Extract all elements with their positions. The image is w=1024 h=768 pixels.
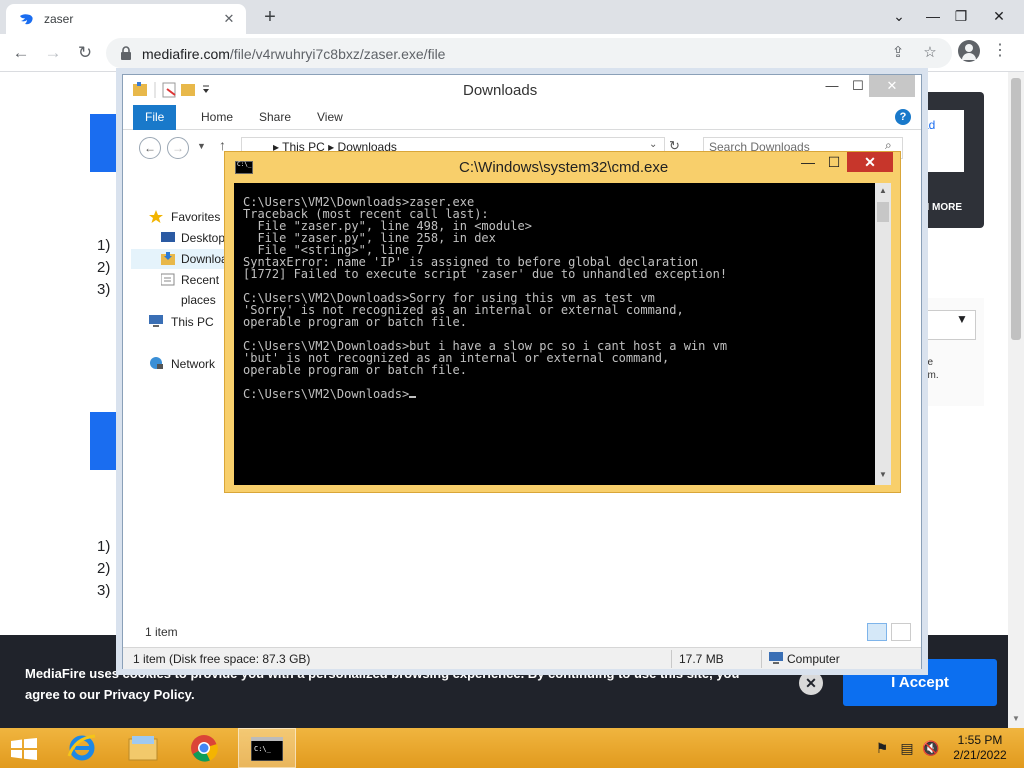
file-explorer-icon	[128, 736, 158, 761]
large-icons-view-icon[interactable]	[891, 623, 911, 641]
svg-text:C:\_: C:\_	[254, 745, 272, 753]
tab-strip: zaser ✕ + ⌄ — ❐ ✕	[0, 0, 1024, 34]
taskbar-clock[interactable]: 1:55 PM 2/21/2022	[950, 733, 1010, 763]
internet-explorer-icon	[67, 734, 96, 761]
recent-places-icon	[161, 273, 175, 286]
windows-start-icon[interactable]	[10, 738, 38, 760]
forward-arrow-icon[interactable]: →	[40, 40, 66, 66]
screen: zaser ✕ + ⌄ — ❐ ✕ ← → ↻ mediafire.com/fi…	[0, 0, 1024, 768]
page-scrollbar-thumb[interactable]	[1011, 78, 1021, 340]
new-tab-button[interactable]: +	[258, 5, 282, 29]
status-disk-space: 1 item (Disk free space: 87.3 GB)	[133, 652, 311, 666]
mediafire-favicon-icon	[20, 14, 33, 25]
cmd-icon	[235, 161, 253, 174]
cmd-output: C:\Users\VM2\Downloads>zaser.exe Traceba…	[243, 195, 728, 401]
step-3b: 3)	[97, 582, 111, 599]
address-bar[interactable]: mediafire.com/file/v4rwuhryi7c8bxz/zaser…	[106, 38, 952, 68]
step-1b: 1)	[97, 538, 111, 555]
cookie-close-icon[interactable]: ✕	[799, 671, 823, 695]
desktop-icon	[161, 232, 175, 242]
star-icon	[149, 210, 163, 223]
step-1: 1)	[97, 237, 111, 254]
promo-link[interactable]: ad	[922, 118, 935, 132]
cmd-minimize-button[interactable]: —	[795, 152, 821, 172]
taskbar: C:\_ ⚑ ▤ 🔇 1:55 PM 2/21/2022	[0, 728, 1024, 768]
taskbar-internet-explorer[interactable]	[54, 728, 112, 768]
tab-file[interactable]: File	[133, 105, 177, 130]
tab-home[interactable]: Home	[189, 105, 245, 130]
window-restore-button[interactable]: ❐	[944, 0, 978, 32]
scroll-down-arrow-icon[interactable]: ▼	[1010, 714, 1022, 723]
cmd-scrollbar-thumb[interactable]	[877, 202, 889, 222]
taskbar-chrome[interactable]	[176, 728, 234, 768]
cmd-title: C:\Windows\system32\cmd.exe	[459, 159, 669, 176]
tab-title: zaser	[44, 12, 74, 26]
lock-icon	[121, 46, 131, 60]
cmd-titlebar[interactable]: C:\Windows\system32\cmd.exe — ☐ ✕	[225, 152, 900, 182]
explorer-titlebar[interactable]: Downloads — ☐ ✕	[123, 75, 921, 103]
taskbar-cmd[interactable]: C:\_	[238, 728, 296, 768]
profile-avatar-icon[interactable]	[958, 40, 980, 62]
downloads-folder-icon	[161, 252, 175, 265]
learn-more-button[interactable]: N MORE	[922, 202, 962, 213]
chrome-icon	[191, 735, 218, 762]
menu-kebab-icon[interactable]: ⋮	[990, 40, 1010, 62]
cmd-icon: C:\_	[251, 737, 283, 761]
details-view-icon[interactable]	[867, 623, 887, 641]
step-2b: 2)	[97, 560, 111, 577]
cmd-scroll-down-icon[interactable]: ▼	[877, 470, 889, 479]
window-close-button[interactable]: ✕	[982, 0, 1016, 32]
cmd-maximize-button[interactable]: ☐	[821, 152, 847, 172]
side-text: he em.	[922, 357, 939, 381]
volume-muted-icon[interactable]: 🔇	[922, 740, 940, 756]
recent-locations-icon[interactable]: ▼	[197, 141, 206, 151]
quick-access-toolbar-icon[interactable]	[131, 81, 221, 99]
cmd-scrollbar[interactable]	[875, 183, 891, 485]
tab-share[interactable]: Share	[247, 105, 303, 130]
network-status-icon[interactable]: ▤	[898, 740, 916, 756]
cmd-scroll-up-icon[interactable]: ▲	[877, 186, 889, 195]
tab-search-icon[interactable]: ⌄	[882, 0, 916, 32]
step-2: 2)	[97, 259, 111, 276]
clock-time: 1:55 PM	[957, 733, 1003, 747]
status-size: 17.7 MB	[679, 652, 724, 666]
bookmark-star-icon[interactable]: ☆	[920, 43, 940, 63]
clock-date: 2/21/2022	[953, 748, 1007, 762]
action-center-icon[interactable]: ⚑	[873, 740, 891, 756]
address-dropdown-icon[interactable]: ⌄	[649, 139, 657, 150]
computer-icon	[769, 652, 783, 664]
computer-icon	[149, 315, 163, 327]
explorer-title: Downloads	[463, 82, 538, 99]
step-3: 3)	[97, 281, 111, 298]
cmd-close-button[interactable]: ✕	[847, 152, 893, 172]
status-divider	[761, 650, 762, 668]
side-select[interactable]	[922, 310, 976, 340]
tab-close-icon[interactable]: ✕	[220, 10, 238, 28]
help-icon[interactable]: ?	[895, 109, 911, 125]
back-arrow-icon[interactable]: ←	[8, 40, 34, 66]
cookie-text: MediaFire uses cookies to provide you wi…	[25, 666, 740, 702]
tab-view[interactable]: View	[305, 105, 355, 130]
browser-toolbar: ← → ↻ mediafire.com/file/v4rwuhryi7c8bxz…	[0, 34, 1024, 72]
dropdown-caret-icon: ▼	[956, 312, 968, 326]
explorer-close-button[interactable]: ✕	[869, 75, 915, 97]
browser-tab[interactable]: zaser ✕	[6, 4, 246, 34]
status-location: Computer	[787, 652, 840, 666]
explorer-item-count: 1 item	[145, 625, 178, 639]
explorer-back-icon[interactable]: ←	[139, 137, 161, 159]
cmd-window: C:\Windows\system32\cmd.exe — ☐ ✕ C:\Use…	[224, 151, 901, 493]
status-divider	[671, 650, 672, 668]
cmd-console[interactable]: C:\Users\VM2\Downloads>zaser.exe Traceba…	[234, 183, 875, 485]
explorer-ribbon: File Home Share View ?	[123, 105, 921, 130]
taskbar-file-explorer[interactable]	[114, 728, 172, 768]
url-text: mediafire.com/file/v4rwuhryi7c8bxz/zaser…	[142, 46, 446, 62]
explorer-status-bar: 1 item (Disk free space: 87.3 GB) 17.7 M…	[123, 647, 921, 669]
reload-icon[interactable]: ↻	[72, 40, 98, 66]
share-icon[interactable]: ⇪	[888, 43, 908, 63]
cmd-cursor	[409, 396, 417, 398]
explorer-forward-icon[interactable]: →	[167, 137, 189, 159]
network-icon	[150, 357, 163, 369]
